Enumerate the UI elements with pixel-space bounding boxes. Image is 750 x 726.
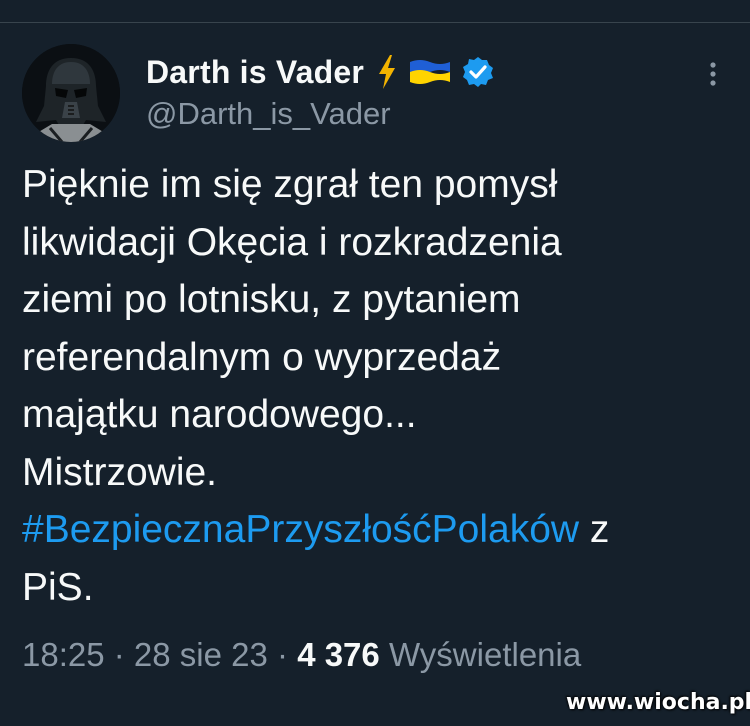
author-handle[interactable]: @Darth_is_Vader [146,96,391,132]
top-divider [0,22,750,23]
darth-vader-helmet-icon [22,44,120,142]
tweet-text-line: PiS. [22,565,94,609]
verified-badge-icon[interactable] [462,56,494,88]
tweet-text-line: likwidacji Okęcia i rozkradzenia [22,220,562,264]
tweet-time[interactable]: 18:25 [22,636,105,673]
hashtag-link[interactable]: #BezpiecznaPrzyszłośćPolaków [22,508,579,551]
author-avatar[interactable] [22,44,120,142]
tweet-text-line-hashtag: #BezpiecznaPrzyszłośćPolaków z [22,501,722,559]
views-count[interactable]: 4 376 [297,636,380,673]
views-label[interactable]: Wyświetlenia [380,636,581,673]
site-watermark: www.wiocha.pl [566,690,750,715]
tweet-metadata: 18:25 · 28 sie 23 · 4 376 Wyświetlenia [22,636,581,674]
author-name-row: Darth is Vader [146,50,494,94]
meta-separator: · [104,636,134,673]
meta-separator: · [267,636,298,673]
ukraine-flag-icon [408,58,452,86]
more-options-icon[interactable] [702,58,724,92]
tweet-text-line: majątku narodowego... [22,393,417,436]
tweet-text: Pięknie im się zgrał ten pomysł likwidacj… [22,156,722,616]
tweet-date[interactable]: 28 sie 23 [134,636,268,673]
lightning-bolt-icon [376,54,398,90]
tweet-text-line: Mistrzowie. [22,450,218,494]
author-display-name[interactable]: Darth is Vader [146,54,364,91]
tweet-text-line: referendalnym o wyprzedaż [22,335,502,379]
tweet-text-fragment: z [579,508,610,551]
tweet-text-line: ziemi po lotnisku, z pytaniem [22,278,521,321]
tweet-text-line: Pięknie im się zgrał ten pomysł [22,163,558,206]
